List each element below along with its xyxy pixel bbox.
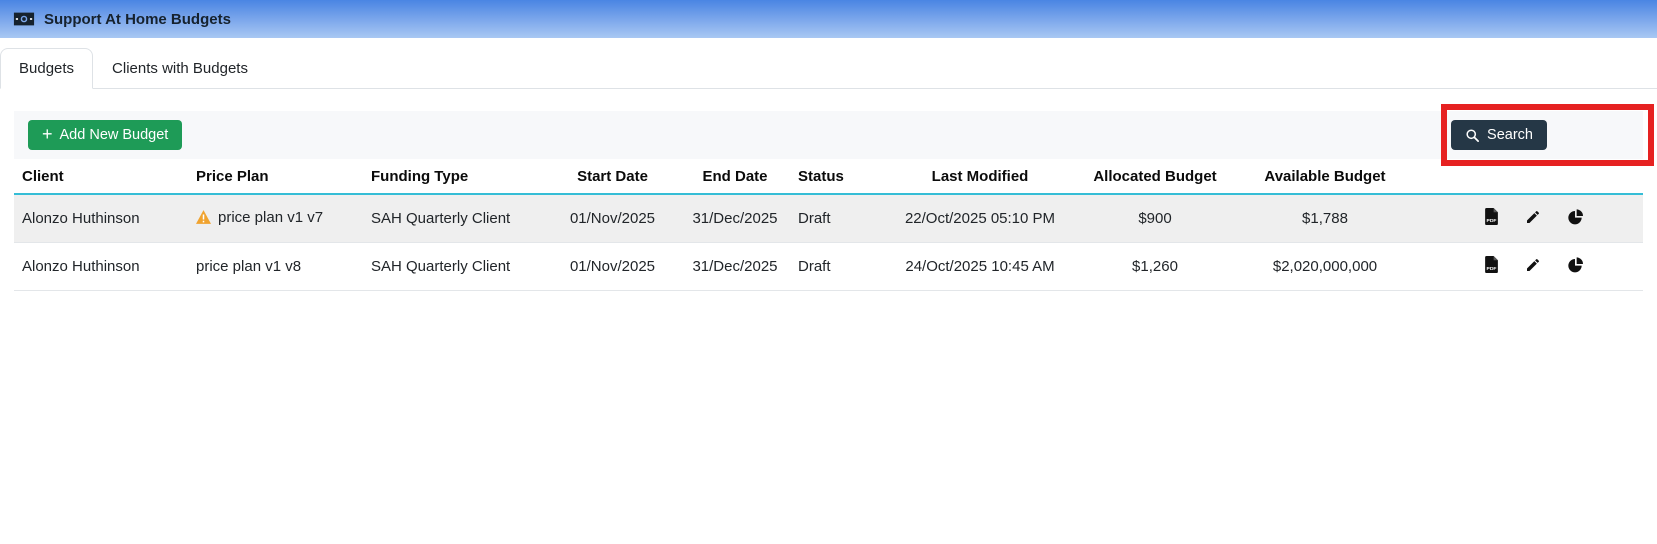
column-header-last-modified[interactable]: Last Modified xyxy=(880,159,1080,195)
add-new-budget-button[interactable]: + Add New Budget xyxy=(28,120,183,150)
edit-pencil-icon[interactable] xyxy=(1525,257,1541,277)
page-title: Support At Home Budgets xyxy=(44,10,231,28)
table-row[interactable]: Alonzo Huthinson price plan v1 v7 SAH Qu… xyxy=(14,194,1643,243)
tab-clients-with-budgets[interactable]: Clients with Budgets xyxy=(93,48,267,88)
column-header-allocated-budget[interactable]: Allocated Budget xyxy=(1080,159,1230,195)
column-header-actions xyxy=(1420,159,1643,195)
export-pdf-icon[interactable]: PDF xyxy=(1484,256,1499,277)
cell-start-date: 01/Nov/2025 xyxy=(569,258,656,275)
cell-actions: PDF xyxy=(1420,194,1643,243)
cell-price-plan: price plan v1 v8 xyxy=(188,243,363,291)
cell-end-date: 31/Dec/2025 xyxy=(692,258,778,275)
cell-last-modified: 24/Oct/2025 10:45 AM xyxy=(905,258,1055,275)
column-header-client[interactable]: Client xyxy=(14,159,188,195)
search-button-label: Search xyxy=(1487,127,1533,143)
column-header-price-plan[interactable]: Price Plan xyxy=(188,159,363,195)
cell-start-date: 01/Nov/2025 xyxy=(569,210,656,227)
tab-budgets[interactable]: Budgets xyxy=(0,48,94,89)
search-button[interactable]: Search xyxy=(1451,120,1547,150)
cell-available-budget: $1,788 xyxy=(1302,210,1348,227)
svg-text:PDF: PDF xyxy=(1487,218,1497,224)
svg-text:PDF: PDF xyxy=(1487,266,1497,272)
cell-end-date: 31/Dec/2025 xyxy=(692,210,778,227)
plus-icon: + xyxy=(42,124,53,144)
column-header-start-date[interactable]: Start Date xyxy=(545,159,680,195)
cell-available-budget: $2,020,000,000 xyxy=(1272,258,1378,275)
tab-bar: Budgets Clients with Budgets xyxy=(0,48,1657,89)
warning-icon xyxy=(196,210,211,228)
cell-status: Draft xyxy=(798,210,831,227)
content-area: + Add New Budget Search Client Price Plan… xyxy=(0,111,1657,291)
search-icon xyxy=(1465,128,1480,143)
column-header-status[interactable]: Status xyxy=(790,159,880,195)
cell-funding-type: SAH Quarterly Client xyxy=(371,210,511,227)
cell-allocated-budget: $900 xyxy=(1138,210,1172,227)
budget-pie-chart-icon[interactable] xyxy=(1567,208,1583,229)
cell-allocated-budget: $1,260 xyxy=(1132,258,1178,275)
money-bill-icon xyxy=(13,10,35,28)
cell-price-plan: price plan v1 v7 xyxy=(188,194,363,243)
column-header-available-budget[interactable]: Available Budget xyxy=(1230,159,1420,195)
edit-pencil-icon[interactable] xyxy=(1525,209,1541,229)
table-header-row: Client Price Plan Funding Type Start Date En… xyxy=(14,159,1643,195)
add-new-budget-label: Add New Budget xyxy=(59,127,169,143)
cell-client: Alonzo Huthinson xyxy=(22,210,140,227)
price-plan-text: price plan v1 v8 xyxy=(196,258,302,275)
column-header-funding-type[interactable]: Funding Type xyxy=(363,159,545,195)
toolbar: + Add New Budget Search xyxy=(14,111,1643,159)
budgets-table: Client Price Plan Funding Type Start Date En… xyxy=(14,159,1643,291)
export-pdf-icon[interactable]: PDF xyxy=(1484,208,1499,229)
price-plan-text: price plan v1 v7 xyxy=(218,209,324,226)
budget-pie-chart-icon[interactable] xyxy=(1567,256,1583,277)
column-header-end-date[interactable]: End Date xyxy=(680,159,790,195)
cell-last-modified: 22/Oct/2025 05:10 PM xyxy=(904,210,1056,227)
table-row[interactable]: Alonzo Huthinson price plan v1 v8 SAH Qu… xyxy=(14,243,1643,291)
cell-client: Alonzo Huthinson xyxy=(22,258,140,275)
cell-actions: PDF xyxy=(1420,243,1643,291)
cell-status: Draft xyxy=(798,258,831,275)
app-header-bar: Support At Home Budgets xyxy=(0,0,1657,38)
cell-funding-type: SAH Quarterly Client xyxy=(371,258,511,275)
